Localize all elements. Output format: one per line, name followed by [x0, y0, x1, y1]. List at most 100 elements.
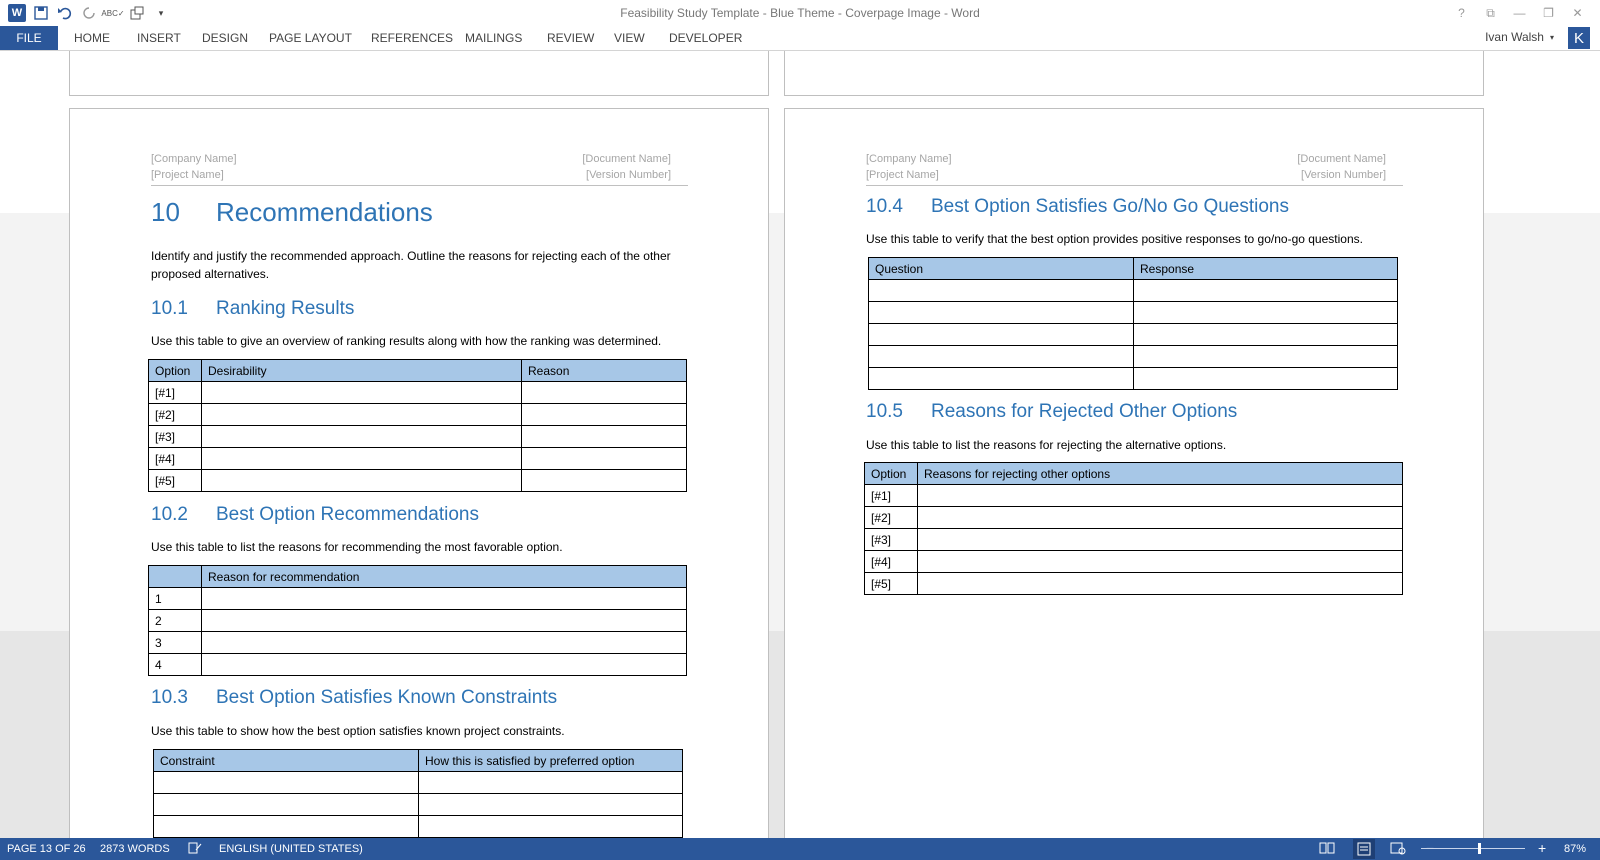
table-row[interactable]: [#4]	[864, 550, 1403, 573]
page-left[interactable]: [Company Name] [Project Name] [Document …	[69, 108, 769, 838]
table-cell[interactable]	[418, 793, 683, 816]
table-cell[interactable]: [#1]	[864, 484, 918, 507]
tab-developer[interactable]: DEVELOPER	[669, 26, 742, 50]
table-cell[interactable]	[917, 572, 1403, 595]
table-cell[interactable]: [#2]	[864, 506, 918, 529]
page-right[interactable]: [Company Name] [Project Name] [Document …	[784, 108, 1484, 838]
help-icon[interactable]: ?	[1447, 2, 1476, 24]
table-cell[interactable]	[418, 815, 683, 838]
constraints-table[interactable]: Constraint How this is satisfied by pref…	[153, 749, 683, 838]
table-cell[interactable]	[868, 367, 1134, 390]
zoom-level[interactable]: 87%	[1564, 843, 1586, 855]
web-layout-icon[interactable]	[1390, 841, 1406, 858]
tab-view[interactable]: VIEW	[614, 26, 645, 50]
table-cell[interactable]	[201, 381, 522, 404]
table-cell[interactable]	[1133, 279, 1398, 302]
zoom-slider[interactable]	[1421, 848, 1525, 849]
table-row[interactable]	[868, 279, 1398, 302]
rejected-options-table[interactable]: Option Reasons for rejecting other optio…	[864, 462, 1403, 595]
tab-mailings[interactable]: MAILINGS	[465, 26, 522, 50]
table-row[interactable]	[868, 367, 1398, 390]
table-cell[interactable]: [#5]	[148, 469, 202, 492]
table-cell[interactable]	[521, 447, 687, 470]
table-cell[interactable]: [#4]	[148, 447, 202, 470]
recommendation-table[interactable]: Reason for recommendation 1 2 3 4	[148, 565, 687, 676]
table-cell[interactable]: 3	[148, 631, 202, 654]
word-count[interactable]: 2873 WORDS	[100, 843, 170, 855]
table-cell[interactable]	[201, 609, 687, 632]
ranking-table[interactable]: Option Desirability Reason [#1] [#2] [#3…	[148, 359, 687, 492]
table-row[interactable]: 1	[148, 587, 687, 610]
table-cell[interactable]	[201, 469, 522, 492]
proofing-icon[interactable]	[188, 841, 202, 858]
tab-file[interactable]: FILE	[0, 26, 58, 50]
table-cell[interactable]	[521, 425, 687, 448]
table-row[interactable]: [#4]	[148, 447, 687, 470]
table-row[interactable]: 3	[148, 631, 687, 654]
table-cell[interactable]: [#3]	[864, 528, 918, 551]
table-cell[interactable]	[917, 484, 1403, 507]
table-row[interactable]: [#2]	[148, 403, 687, 426]
table-cell[interactable]	[917, 528, 1403, 551]
table-cell[interactable]	[1133, 345, 1398, 368]
table-row[interactable]	[153, 793, 683, 816]
user-account[interactable]: Ivan Walsh ▾	[1485, 30, 1554, 44]
page-count[interactable]: PAGE 13 OF 26	[7, 843, 86, 855]
table-cell[interactable]	[153, 771, 419, 794]
table-cell[interactable]	[201, 653, 687, 676]
tab-home[interactable]: HOME	[74, 26, 110, 50]
table-row[interactable]: [#5]	[864, 572, 1403, 595]
table-cell[interactable]	[201, 447, 522, 470]
table-cell[interactable]: [#5]	[864, 572, 918, 595]
table-cell[interactable]: 4	[148, 653, 202, 676]
tab-review[interactable]: REVIEW	[547, 26, 594, 50]
table-cell[interactable]: [#3]	[148, 425, 202, 448]
tab-page-layout[interactable]: PAGE LAYOUT	[269, 26, 352, 50]
table-cell[interactable]	[521, 381, 687, 404]
table-cell[interactable]	[521, 469, 687, 492]
table-row[interactable]	[868, 323, 1398, 346]
table-cell[interactable]	[521, 403, 687, 426]
table-cell[interactable]: 2	[148, 609, 202, 632]
table-row[interactable]: [#3]	[148, 425, 687, 448]
table-cell[interactable]	[1133, 323, 1398, 346]
table-cell[interactable]	[868, 279, 1134, 302]
read-mode-icon[interactable]	[1319, 841, 1335, 858]
table-row[interactable]	[153, 771, 683, 794]
table-cell[interactable]	[868, 301, 1134, 324]
table-cell[interactable]	[868, 323, 1134, 346]
document-area[interactable]: [Company Name] [Project Name] [Document …	[0, 51, 1600, 838]
print-layout-icon[interactable]	[1353, 839, 1375, 859]
table-cell[interactable]	[201, 425, 522, 448]
table-row[interactable]	[868, 301, 1398, 324]
table-cell[interactable]	[917, 506, 1403, 529]
restore-icon[interactable]: ❐	[1534, 2, 1563, 24]
table-cell[interactable]: [#1]	[148, 381, 202, 404]
table-row[interactable]: [#2]	[864, 506, 1403, 529]
ribbon-display-icon[interactable]: ⧉	[1476, 2, 1505, 24]
table-cell[interactable]	[868, 345, 1134, 368]
table-cell[interactable]	[201, 403, 522, 426]
table-cell[interactable]: 1	[148, 587, 202, 610]
table-row[interactable]: [#3]	[864, 528, 1403, 551]
table-row[interactable]: 2	[148, 609, 687, 632]
table-cell[interactable]	[153, 793, 419, 816]
language[interactable]: ENGLISH (UNITED STATES)	[219, 843, 363, 855]
table-row[interactable]	[868, 345, 1398, 368]
table-row[interactable]: [#1]	[864, 484, 1403, 507]
table-cell[interactable]	[917, 550, 1403, 573]
go-no-go-table[interactable]: Question Response	[868, 257, 1398, 390]
tab-design[interactable]: DESIGN	[202, 26, 248, 50]
table-row[interactable]: [#5]	[148, 469, 687, 492]
zoom-slider-thumb[interactable]	[1478, 843, 1481, 854]
table-row[interactable]	[153, 815, 683, 838]
table-cell[interactable]	[153, 815, 419, 838]
minimize-icon[interactable]: —	[1505, 2, 1534, 24]
close-icon[interactable]: ✕	[1563, 2, 1592, 24]
tab-insert[interactable]: INSERT	[137, 26, 181, 50]
table-cell[interactable]: [#2]	[148, 403, 202, 426]
table-cell[interactable]	[201, 587, 687, 610]
table-cell[interactable]	[201, 631, 687, 654]
table-cell[interactable]	[418, 771, 683, 794]
tab-references[interactable]: REFERENCES	[371, 26, 453, 50]
